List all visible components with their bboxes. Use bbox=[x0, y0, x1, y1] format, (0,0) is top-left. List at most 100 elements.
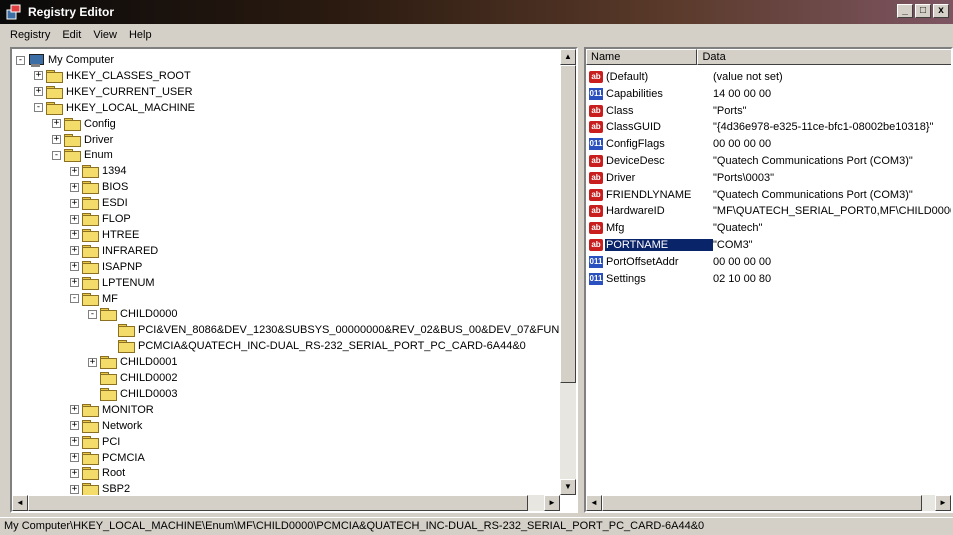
value-row[interactable]: ab DeviceDesc "Quatech Communications Port… bbox=[586, 153, 913, 169]
expand-icon[interactable]: + bbox=[34, 87, 43, 97]
collapse-icon[interactable]: - bbox=[16, 55, 25, 65]
expand-icon[interactable]: + bbox=[70, 262, 79, 272]
tree-node[interactable]: + LPTENUM bbox=[70, 275, 155, 291]
collapse-icon[interactable]: - bbox=[52, 150, 61, 160]
collapse-icon[interactable]: - bbox=[70, 294, 79, 303]
folder-icon bbox=[82, 483, 99, 495]
value-row[interactable]: ab Mfg "Quatech" bbox=[586, 220, 762, 236]
value-data: 14 00 00 00 bbox=[713, 87, 772, 100]
tree-node[interactable]: + HKEY_CLASSES_ROOT bbox=[34, 68, 191, 84]
tree-node[interactable]: PCMCIA&QUATECH_INC-DUAL_RS-232_SERIAL_PO… bbox=[106, 338, 526, 354]
folder-icon bbox=[64, 117, 81, 131]
tree-node[interactable]: + PCI bbox=[70, 434, 120, 450]
expand-icon[interactable]: + bbox=[70, 468, 79, 478]
expand-icon[interactable]: + bbox=[70, 484, 79, 494]
minimize-button[interactable]: _ bbox=[897, 4, 913, 18]
tree-node[interactable]: + Config bbox=[52, 116, 116, 132]
tree-node[interactable]: + Root bbox=[70, 465, 125, 481]
expand-icon[interactable]: + bbox=[52, 135, 61, 144]
expand-icon[interactable]: + bbox=[70, 278, 79, 288]
collapse-icon[interactable]: - bbox=[34, 103, 43, 113]
menu-view[interactable]: View bbox=[93, 29, 117, 41]
expand-icon[interactable]: + bbox=[52, 119, 61, 129]
tree-node[interactable]: + PCMCIA bbox=[70, 450, 145, 466]
expand-icon[interactable]: + bbox=[70, 166, 79, 176]
value-row[interactable]: ab Driver "Ports\0003" bbox=[586, 170, 774, 186]
value-row[interactable]: ab FRIENDLYNAME "Quatech Communications Po… bbox=[586, 187, 913, 203]
scroll-down-button[interactable]: ▼ bbox=[560, 479, 576, 495]
tree-horizontal-scrollbar[interactable]: ◄ ► bbox=[12, 495, 560, 511]
tree-node[interactable]: + CHILD0001 bbox=[88, 354, 177, 370]
tree-node[interactable]: + SBP2 bbox=[70, 481, 130, 495]
list-scroll-left-button[interactable]: ◄ bbox=[586, 495, 602, 511]
tree-node[interactable]: + BIOS bbox=[70, 179, 128, 195]
scroll-right-button[interactable]: ► bbox=[544, 495, 560, 511]
folder-icon bbox=[118, 324, 135, 338]
tree-node[interactable]: + ISAPNP bbox=[70, 259, 142, 275]
tree-node[interactable]: + ESDI bbox=[70, 195, 128, 211]
tree-node[interactable]: - My Computer bbox=[16, 52, 114, 68]
column-header-data[interactable]: Data bbox=[697, 49, 951, 65]
value-row[interactable]: ab HardwareID "MF\QUATECH_SERIAL_PORT0,MF\… bbox=[586, 203, 951, 219]
expand-icon[interactable]: + bbox=[70, 453, 79, 462]
tree-node-label: Driver bbox=[84, 133, 114, 146]
menu-help[interactable]: Help bbox=[129, 29, 152, 41]
tree-node[interactable]: - Enum bbox=[52, 147, 113, 163]
scroll-up-button[interactable]: ▲ bbox=[560, 49, 576, 65]
tree-node[interactable]: + HTREE bbox=[70, 227, 139, 243]
values-list-pane[interactable]: Name Data ab (Default) (value not set) 011 C… bbox=[584, 47, 953, 513]
list-scroll-right-button[interactable]: ► bbox=[935, 495, 951, 511]
value-row[interactable]: ab (Default) (value not set) bbox=[586, 69, 783, 85]
expand-icon[interactable]: + bbox=[70, 421, 79, 431]
tree-node[interactable]: + FLOP bbox=[70, 211, 131, 227]
tree-node[interactable]: +1394 bbox=[70, 163, 126, 179]
tree-node[interactable]: - CHILD0000 bbox=[88, 306, 177, 322]
expand-icon[interactable]: + bbox=[70, 405, 79, 415]
scroll-thumb[interactable] bbox=[560, 65, 576, 383]
binary-value-icon: 011 bbox=[589, 272, 603, 285]
value-row[interactable]: ab PORTNAME "COM3" bbox=[586, 237, 753, 253]
folder-icon bbox=[82, 213, 99, 226]
expand-icon[interactable]: + bbox=[70, 214, 79, 224]
value-row[interactable]: ab Class "Ports" bbox=[586, 103, 746, 119]
tree-node-label: MONITOR bbox=[102, 403, 154, 416]
tree-node[interactable]: + INFRARED bbox=[70, 243, 158, 259]
list-scroll-thumb[interactable] bbox=[602, 495, 922, 511]
close-button[interactable]: x bbox=[933, 4, 949, 18]
tree-node[interactable]: - MF bbox=[70, 291, 118, 307]
expand-icon[interactable]: + bbox=[70, 182, 79, 192]
expand-icon[interactable]: + bbox=[34, 71, 43, 81]
tree-node[interactable]: + MONITOR bbox=[70, 402, 154, 418]
tree-node[interactable]: CHILD0002 bbox=[88, 370, 177, 386]
list-horizontal-scrollbar[interactable]: ◄ ► bbox=[586, 495, 951, 511]
tree-node[interactable]: PCI&VEN_8086&DEV_1230&SUBSYS_00000000&RE… bbox=[106, 322, 563, 338]
tree-node[interactable]: + Network bbox=[70, 418, 142, 434]
value-row[interactable]: 011 Settings 02 10 00 80 bbox=[586, 271, 771, 287]
tree-vertical-scrollbar[interactable]: ▲ ▼ bbox=[560, 49, 576, 495]
tree-node-label: PCMCIA bbox=[102, 451, 145, 464]
column-header-name[interactable]: Name bbox=[586, 49, 698, 65]
expand-icon[interactable]: + bbox=[70, 198, 79, 208]
tree-node-label: ISAPNP bbox=[102, 260, 143, 273]
menu-edit[interactable]: Edit bbox=[62, 29, 81, 41]
registry-tree-pane[interactable]: - My Computer + HKEY_CLASSES_ROOT + HKEY_CURR… bbox=[10, 47, 578, 513]
expand-icon[interactable]: + bbox=[70, 230, 79, 240]
collapse-icon[interactable]: - bbox=[88, 309, 97, 319]
scroll-thumb-horizontal[interactable] bbox=[28, 495, 528, 511]
tree-node-label: Config bbox=[84, 117, 116, 130]
tree-node-label: PCMCIA&QUATECH_INC-DUAL_RS-232_SERIAL_PO… bbox=[138, 340, 526, 353]
expand-icon[interactable]: + bbox=[70, 246, 79, 256]
tree-node[interactable]: + HKEY_CURRENT_USER bbox=[34, 84, 193, 100]
scroll-left-button[interactable]: ◄ bbox=[12, 495, 28, 511]
tree-node[interactable]: - HKEY_LOCAL_MACHINE bbox=[34, 100, 195, 116]
maximize-button[interactable]: □ bbox=[915, 4, 931, 18]
tree-node[interactable]: + Driver bbox=[52, 132, 113, 148]
value-row[interactable]: 011 ConfigFlags 00 00 00 00 bbox=[586, 136, 771, 152]
tree-node[interactable]: CHILD0003 bbox=[88, 386, 177, 402]
value-row[interactable]: ab ClassGUID "{4d36e978-e325-11ce-bfc1-080… bbox=[586, 119, 933, 135]
menu-registry[interactable]: Registry bbox=[10, 29, 50, 41]
value-row[interactable]: 011 PortOffsetAddr 00 00 00 00 bbox=[586, 254, 771, 270]
expand-icon[interactable]: + bbox=[88, 357, 97, 367]
expand-icon[interactable]: + bbox=[70, 437, 79, 447]
value-row[interactable]: 011 Capabilities 14 00 00 00 bbox=[586, 86, 771, 102]
